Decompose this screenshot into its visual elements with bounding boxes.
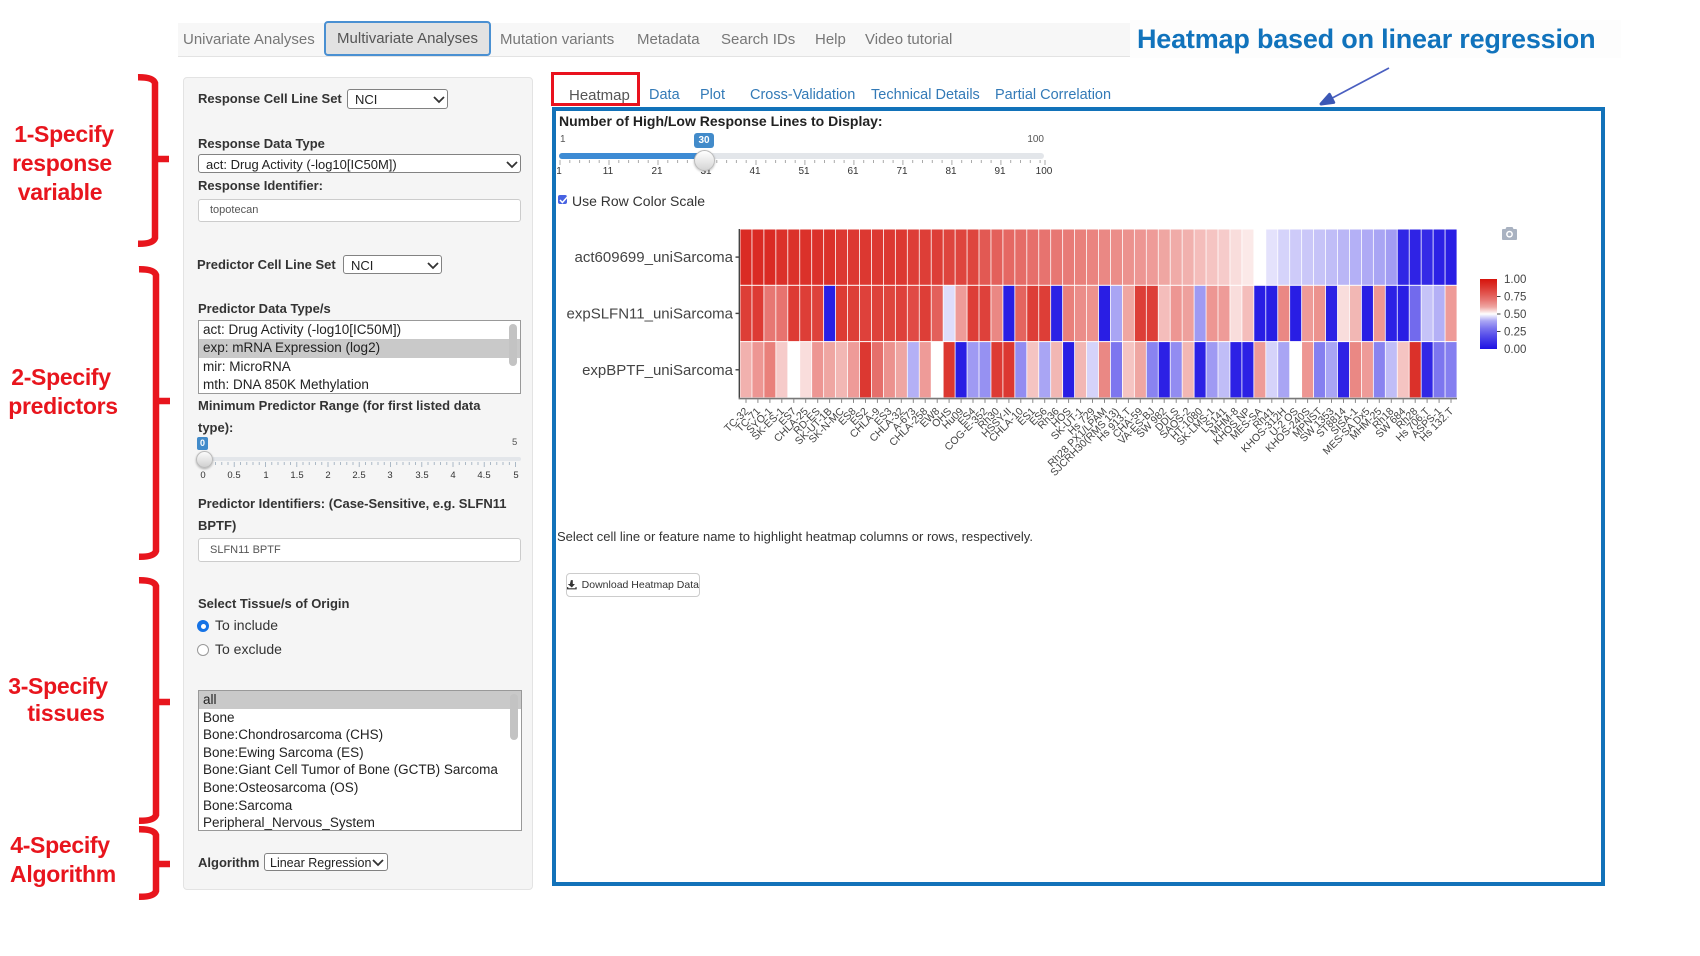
svg-text:1.00: 1.00 <box>1504 274 1526 286</box>
svg-text:0.75: 0.75 <box>1504 292 1526 304</box>
svg-text:act609699_uniSarcoma: act609699_uniSarcoma <box>575 249 734 266</box>
svg-text:0.00: 0.00 <box>1504 344 1526 356</box>
svg-text:0.50: 0.50 <box>1504 309 1526 321</box>
svg-text:expSLFN11_uniSarcoma: expSLFN11_uniSarcoma <box>567 305 734 322</box>
svg-text:0.25: 0.25 <box>1504 327 1526 339</box>
svg-text:expBPTF_uniSarcoma: expBPTF_uniSarcoma <box>582 362 734 379</box>
